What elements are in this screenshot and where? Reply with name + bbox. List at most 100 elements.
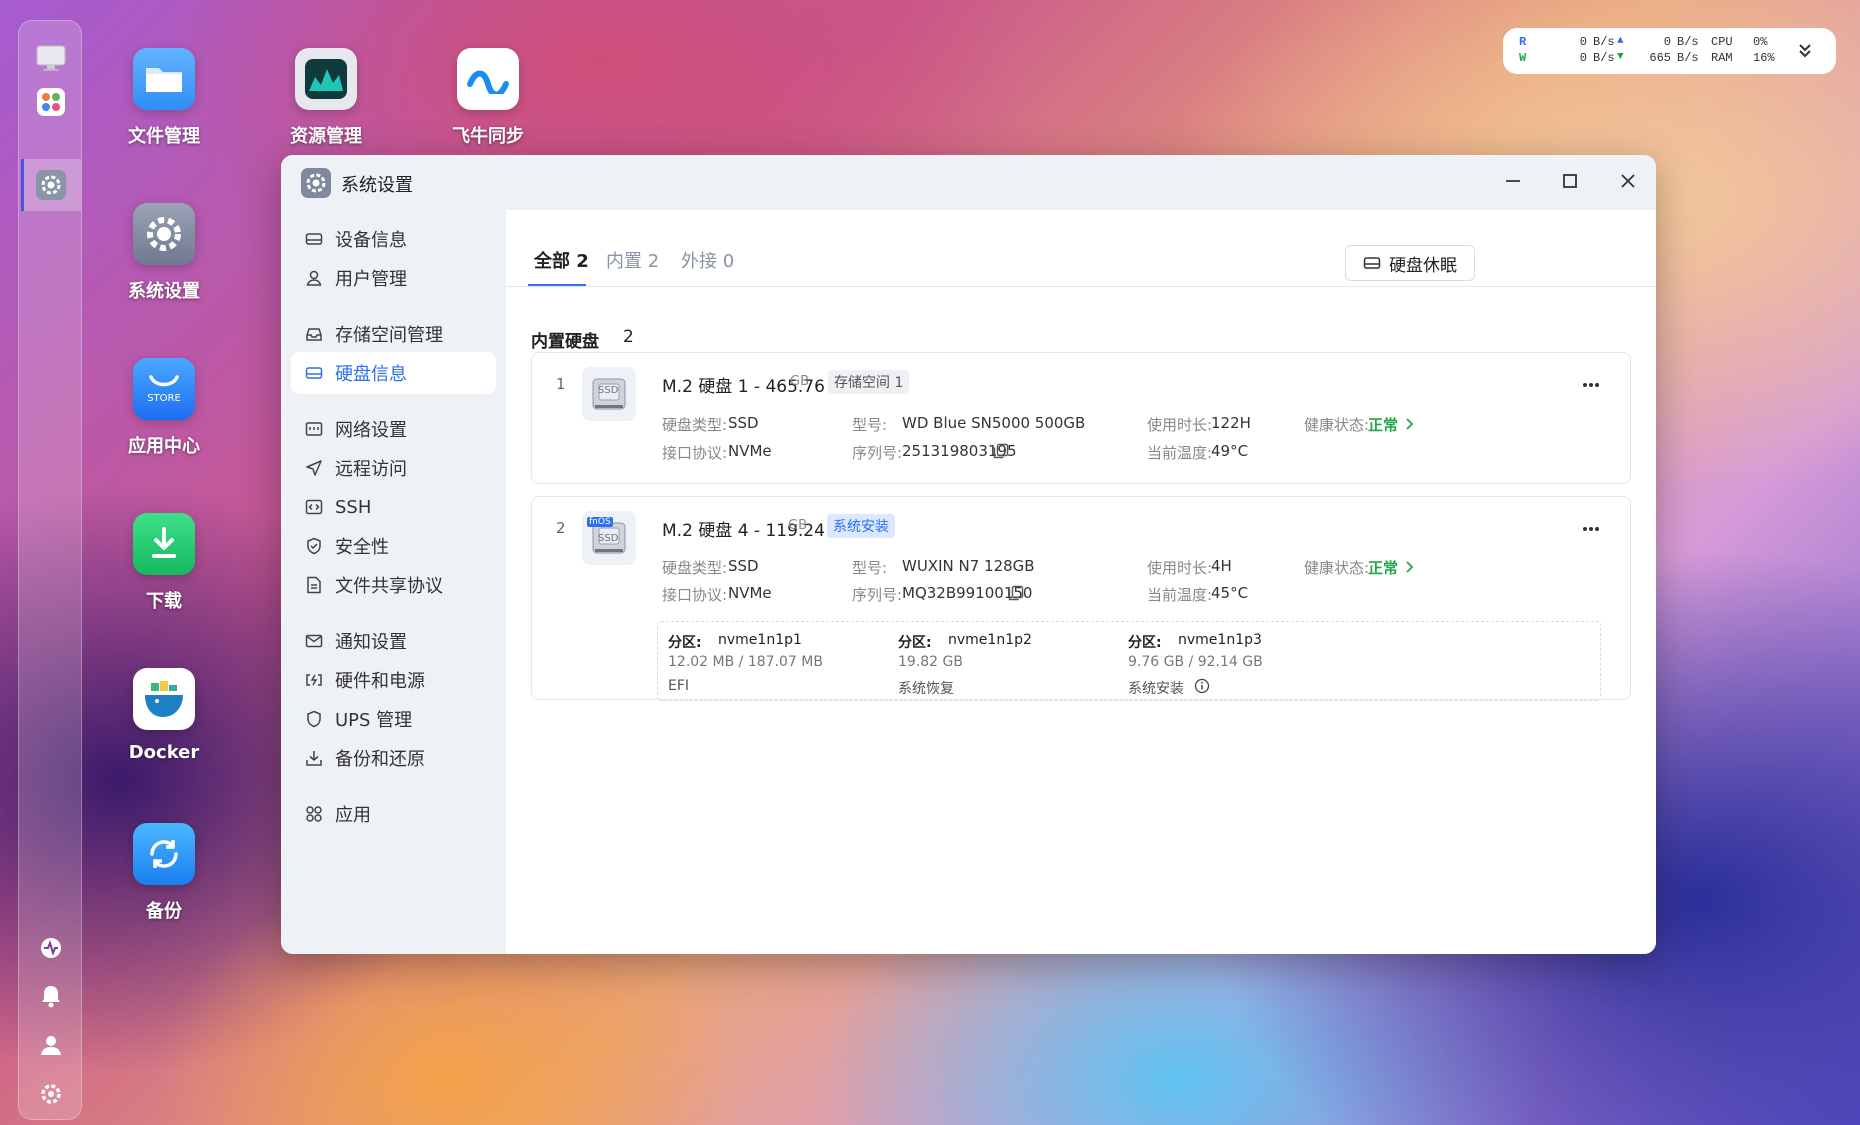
close-button[interactable] <box>1618 171 1638 195</box>
chevron-right-icon[interactable] <box>1404 416 1414 435</box>
tab-internal[interactable]: 内置 2 <box>606 247 659 273</box>
chevron-right-icon[interactable] <box>1404 559 1414 578</box>
disk-card[interactable]: 1 SSD M.2 硬盘 1 - 465.76 GB 存储空间 1 硬盘类型: … <box>531 352 1631 484</box>
sidebar-item-security[interactable]: 安全性 <box>291 525 496 567</box>
desktop-app-settings[interactable]: 系统设置 <box>94 203 234 303</box>
disk-usage: 122H <box>1211 414 1251 432</box>
more-options-icon[interactable] <box>1582 517 1600 536</box>
window-title: 系统设置 <box>341 175 413 196</box>
sidebar-item-users[interactable]: 用户管理 <box>291 257 496 299</box>
disk-usage: 4H <box>1211 557 1232 575</box>
sidebar-item-notifications[interactable]: 通知设置 <box>291 620 496 662</box>
system-monitor-widget[interactable]: R W 0 B/s 0 B/s ▲ ▼ 0 B/s 665 B/s CPU RA… <box>1503 28 1836 74</box>
dock-settings-icon[interactable] <box>32 1075 70 1113</box>
sidebar-item-device-info[interactable]: 设备信息 <box>291 218 496 260</box>
send-icon <box>305 459 323 477</box>
collapse-chevron-icon[interactable] <box>1798 42 1812 63</box>
docker-icon <box>133 668 195 730</box>
sidebar-item-network[interactable]: 网络设置 <box>291 408 496 450</box>
sidebar-item-remote-access[interactable]: 远程访问 <box>291 447 496 489</box>
partition-name: nvme1n1p3 <box>1178 632 1262 648</box>
disk-info-panel: 全部 2 内置 2 外接 0 硬盘休眠 内置硬盘 2 1 SSD M.2 硬盘 … <box>506 210 1656 954</box>
monitor-pulse-icon[interactable] <box>32 929 70 967</box>
gear-icon <box>133 203 195 265</box>
mail-icon <box>305 632 323 650</box>
cpu-value: 0% <box>1753 35 1768 49</box>
copy-icon[interactable] <box>1008 585 1024 605</box>
sidebar-item-storage[interactable]: 存储空间管理 <box>291 313 496 355</box>
sidebar-item-hardware-power[interactable]: 硬件和电源 <box>291 659 496 701</box>
app-grid-icon[interactable] <box>32 83 70 121</box>
desktop-app-sync[interactable]: 飞牛同步 <box>418 48 558 148</box>
disk-type: SSD <box>728 557 759 575</box>
bell-icon[interactable] <box>32 977 70 1015</box>
folder-icon <box>133 48 195 110</box>
read-label: R <box>1519 35 1527 49</box>
sidebar-item-disk-info[interactable]: 硬盘信息 <box>291 352 496 394</box>
sidebar-item-ups[interactable]: UPS 管理 <box>291 698 496 740</box>
settings-dock-icon[interactable] <box>32 166 70 204</box>
disk-interface: NVMe <box>728 584 772 602</box>
desktop-app-file-manager[interactable]: 文件管理 <box>94 48 234 148</box>
document-icon <box>305 576 323 594</box>
disk-model: WD Blue SN5000 500GB <box>902 414 1086 432</box>
user-icon[interactable] <box>32 1026 70 1064</box>
sidebar-item-apps[interactable]: 应用 <box>291 793 496 835</box>
power-plug-icon <box>305 671 323 689</box>
sidebar-item-file-sharing[interactable]: 文件共享协议 <box>291 564 496 606</box>
disk-health[interactable]: 正常 <box>1368 414 1398 435</box>
download-icon <box>133 513 195 575</box>
fnos-badge: fnOS <box>587 517 613 527</box>
minimize-button[interactable] <box>1503 171 1523 195</box>
disk-temperature: 45°C <box>1211 584 1249 602</box>
more-options-icon[interactable] <box>1582 373 1600 392</box>
desktop-app-store[interactable]: STORE 应用中心 <box>94 358 234 458</box>
disk-index: 1 <box>556 375 566 393</box>
info-icon[interactable] <box>1194 678 1210 698</box>
section-title: 内置硬盘 <box>531 332 599 352</box>
shield-icon <box>305 710 323 728</box>
maximize-button[interactable] <box>1560 171 1580 195</box>
system-install-badge: 系统安装 <box>827 514 895 538</box>
sidebar-item-backup-restore[interactable]: 备份和还原 <box>291 737 496 779</box>
partition-size: 12.02 MB / 187.07 MB <box>668 654 823 670</box>
store-icon: STORE <box>133 358 195 420</box>
desktop-app-docker[interactable]: Docker <box>94 668 234 763</box>
device-icon <box>305 230 323 248</box>
disk-sleep-button[interactable]: 硬盘休眠 <box>1345 245 1475 281</box>
disk-model: WUXIN N7 128GB <box>902 557 1035 575</box>
partition-purpose: EFI <box>668 678 690 694</box>
read-value: 0 <box>1579 35 1587 49</box>
settings-app-icon <box>301 168 331 198</box>
disk-temperature: 49°C <box>1211 442 1249 460</box>
settings-window: 系统设置 设备信息 用户管理 存储空间管理 硬盘信息 网络设置 远程访问 SSH… <box>281 155 1656 954</box>
desktop-app-backup[interactable]: 备份 <box>94 823 234 923</box>
disk-card[interactable]: 2 SSD fnOS M.2 硬盘 4 - 119.24 GB 系统安装 硬盘类… <box>531 496 1631 701</box>
backup-icon <box>133 823 195 885</box>
desktop-app-resource-monitor[interactable]: 资源管理 <box>256 48 396 148</box>
monitor-chart-icon <box>295 48 357 110</box>
write-label: W <box>1519 51 1527 65</box>
shield-check-icon <box>305 537 323 555</box>
desktop-app-download[interactable]: 下载 <box>94 513 234 613</box>
storage-icon <box>305 325 323 343</box>
copy-icon[interactable] <box>993 443 1009 463</box>
desktop-icon[interactable] <box>32 39 70 77</box>
partition-name: nvme1n1p1 <box>718 632 802 648</box>
download-tray-icon <box>305 749 323 767</box>
tab-all[interactable]: 全部 2 <box>534 247 589 273</box>
apps-grid-icon <box>305 805 323 823</box>
user-manage-icon <box>305 269 323 287</box>
ssd-icon: SSD <box>582 367 636 421</box>
partition-size: 19.82 GB <box>898 654 963 670</box>
disk-health[interactable]: 正常 <box>1368 557 1398 578</box>
tab-divider <box>506 286 1656 287</box>
disk-icon <box>1363 254 1381 272</box>
dock <box>18 20 82 1120</box>
upload-value: 0 <box>1663 35 1671 49</box>
tab-external[interactable]: 外接 0 <box>681 247 734 273</box>
partition-purpose: 系统恢复 <box>898 681 954 697</box>
sidebar-item-ssh[interactable]: SSH <box>291 486 496 528</box>
network-icon <box>305 420 323 438</box>
write-value: 0 <box>1579 51 1587 65</box>
